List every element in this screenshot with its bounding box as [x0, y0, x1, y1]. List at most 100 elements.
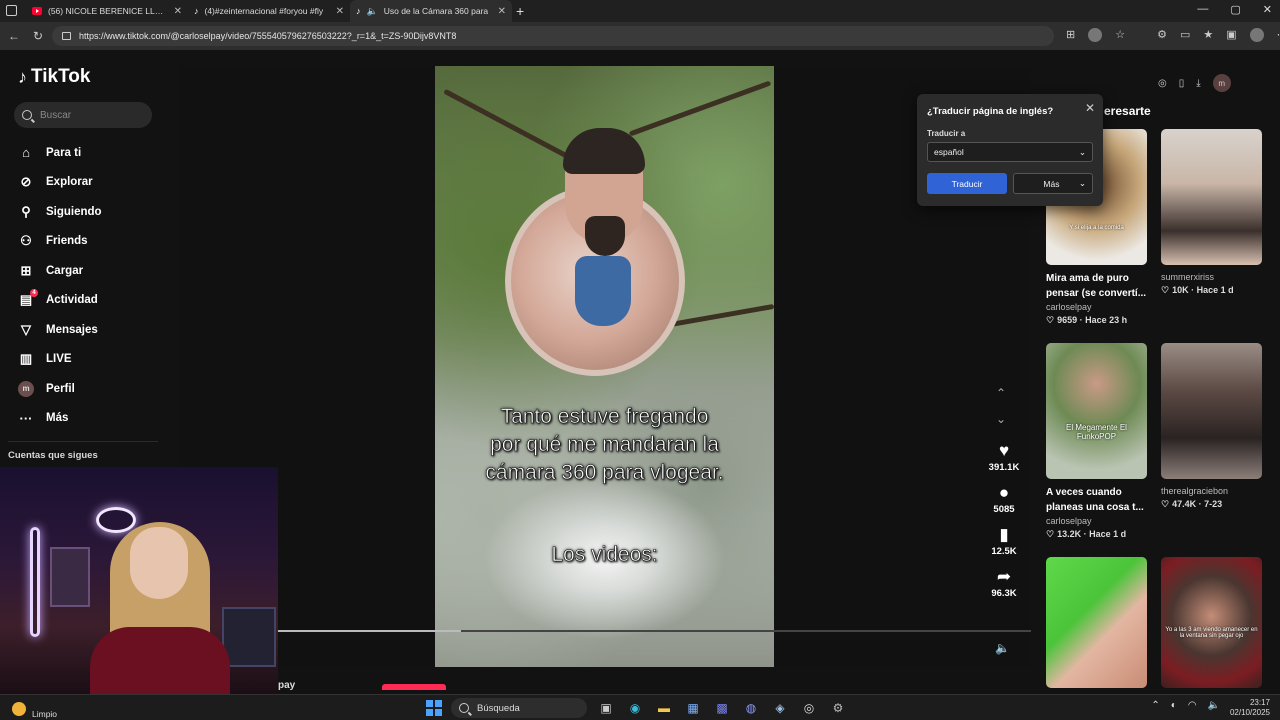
back-icon[interactable]: ←: [2, 29, 26, 43]
close-tab-icon[interactable]: ✕: [336, 6, 344, 17]
tab-title: Uso de la Cámara 360 para: [383, 6, 489, 16]
heart-outline-icon: ♡: [1161, 499, 1170, 509]
video-actions: ♥ 391.1K ● 5085 ▮ 12.5K ➦ 96.3K: [985, 440, 1023, 608]
close-window-icon[interactable]: ✕: [1263, 3, 1272, 16]
wifi-icon[interactable]: ◠: [1188, 700, 1197, 711]
address-bar[interactable]: https://www.tiktok.com/@carloselpay/vide…: [52, 26, 1054, 46]
volume-icon[interactable]: 🔈: [995, 641, 1010, 655]
obs-icon[interactable]: ◎: [799, 699, 819, 717]
card-likes: 10K: [1172, 285, 1189, 295]
card-author: carloselpay: [1046, 302, 1092, 312]
reload-icon[interactable]: ↻: [26, 29, 50, 43]
recommendation-card[interactable]: El Megamente El FunkoPOP A veces cuando …: [1046, 343, 1148, 540]
previous-video-icon[interactable]: ⌃: [996, 386, 1006, 400]
new-tab-button[interactable]: +: [516, 3, 524, 19]
sidebar-item-mensajes[interactable]: ▽ Mensajes: [18, 315, 102, 345]
tiktok-logo[interactable]: ♪ TikTok: [18, 66, 90, 88]
search-box[interactable]: [14, 102, 152, 128]
browser-tab-3[interactable]: ♪ 🔈 Uso de la Cámara 360 para ✕: [350, 0, 512, 22]
split-screen-icon[interactable]: ▭: [1180, 28, 1190, 42]
card-age: Hace 1 d: [1089, 529, 1127, 539]
sidebar-item-cargar[interactable]: ⊞ Cargar: [18, 256, 102, 286]
task-view-icon[interactable]: ▣: [596, 699, 616, 717]
close-tab-icon[interactable]: ✕: [174, 6, 182, 17]
favorite-star-icon[interactable]: ☆: [1115, 28, 1125, 42]
avatar[interactable]: m: [1212, 74, 1231, 92]
clock[interactable]: 23:17 02/10/2025: [1230, 698, 1270, 718]
device-icon[interactable]: ▯: [1179, 78, 1185, 89]
more-menu-icon[interactable]: ⋯: [1277, 28, 1280, 42]
browser-tab-2[interactable]: ♪ (4)#zeinternacional #foryou #fly ✕: [188, 0, 350, 22]
tiktok-icon: ♪: [356, 6, 361, 16]
file-explorer-icon[interactable]: ▬: [654, 699, 674, 717]
system-tray: ⌃ ◐ ◠ 🔈: [1151, 700, 1220, 711]
like-action[interactable]: ♥ 391.1K: [985, 440, 1023, 473]
settings-icon[interactable]: ⚙: [828, 699, 848, 717]
recommendation-card[interactable]: summerxiriss ♡ 10K · Hace 1 d: [1161, 129, 1263, 296]
close-icon[interactable]: ✕: [1085, 101, 1095, 115]
video-player[interactable]: Tanto estuve fregando por qué me mandara…: [435, 66, 774, 667]
comment-action[interactable]: ● 5085: [985, 482, 1023, 515]
browser-tabbar: (56) NICOLE BERENICE LLORA DE ✕ ♪ (4)#ze…: [0, 0, 1280, 22]
close-tab-icon[interactable]: ✕: [498, 6, 506, 17]
sidebar-menu: ⌂ Para ti ⊘ Explorar ⚲ Siguiendo ⚇ Frien…: [18, 138, 102, 433]
steam-icon[interactable]: ◈: [770, 699, 790, 717]
sidebar-item-mas[interactable]: ··· Más: [18, 404, 102, 434]
language-select[interactable]: español ⌄: [927, 142, 1093, 162]
translate-button[interactable]: Traducir: [927, 173, 1007, 194]
workspaces-icon[interactable]: [6, 5, 17, 16]
speaker-icon[interactable]: 🔈: [1208, 700, 1220, 711]
discord-icon[interactable]: ◍: [741, 699, 761, 717]
windows-start-icon[interactable]: [426, 700, 442, 716]
share-count: 96.3K: [991, 588, 1017, 599]
follow-button-peek[interactable]: [382, 684, 446, 690]
recommendation-card[interactable]: Yo a las 3 am viendo amanecer en la vent…: [1161, 557, 1263, 688]
collections-icon[interactable]: ▣: [1226, 28, 1236, 42]
tab-title: (56) NICOLE BERENICE LLORA DE: [48, 6, 168, 16]
site-info-icon[interactable]: [62, 32, 71, 40]
minimize-icon[interactable]: —: [1197, 3, 1208, 16]
translate-label: Traducir a: [927, 129, 966, 138]
maximize-icon[interactable]: ▢: [1230, 3, 1240, 16]
share-action[interactable]: ➦ 96.3K: [985, 566, 1023, 599]
profile-icon[interactable]: [1249, 28, 1264, 42]
tray-app-icon[interactable]: ◐: [1171, 700, 1177, 711]
teams-icon[interactable]: ▩: [712, 699, 732, 717]
edge-icon[interactable]: ◉: [625, 699, 645, 717]
chevron-down-icon: ⌄: [1078, 146, 1086, 157]
recommendation-card[interactable]: therealgraciebon ♡ 47.4K · 7-23: [1161, 343, 1263, 510]
sidebar-item-friends[interactable]: ⚇ Friends: [18, 227, 102, 257]
search-input[interactable]: [40, 109, 140, 121]
bookmark-count: 12.5K: [991, 546, 1017, 557]
store-icon[interactable]: ▦: [683, 699, 703, 717]
favorites-icon[interactable]: ★: [1203, 28, 1213, 42]
speaker-icon[interactable]: 🔈: [367, 6, 378, 17]
sidebar-item-para-ti[interactable]: ⌂ Para ti: [18, 138, 102, 168]
sidebar-item-live[interactable]: ▥ LIVE: [18, 345, 102, 375]
more-options-button[interactable]: Más ⌄: [1013, 173, 1093, 194]
language-selected: español: [934, 147, 964, 157]
sidebar-item-siguiendo[interactable]: ⚲ Siguiendo: [18, 197, 101, 227]
video-progress-bar[interactable]: [180, 630, 1031, 632]
search-icon: [22, 110, 32, 120]
download-icon[interactable]: ⤓: [1196, 78, 1200, 89]
next-video-icon[interactable]: ⌄: [996, 412, 1006, 426]
bookmark-action[interactable]: ▮ 12.5K: [985, 524, 1023, 557]
card-stats: ♡ 13.2K · Hace 1 d: [1046, 529, 1127, 539]
compass-icon: ⊘: [20, 174, 32, 190]
card-author: summerxiriss: [1161, 272, 1214, 282]
thumbnail-text: Y si elija a la comida: [1069, 225, 1124, 231]
extensions-icon[interactable]: ⚙: [1157, 28, 1167, 42]
coins-icon[interactable]: ◎: [1158, 78, 1167, 89]
translate-icon[interactable]: [1088, 28, 1103, 42]
weather-widget[interactable]: Limpio: [12, 699, 57, 719]
recommendation-card[interactable]: [1046, 557, 1148, 688]
reader-icon[interactable]: ⊞: [1066, 28, 1075, 42]
sidebar-item-label: Mensajes: [46, 323, 98, 336]
browser-tab-1[interactable]: (56) NICOLE BERENICE LLORA DE ✕: [26, 0, 188, 22]
chevron-up-icon[interactable]: ⌃: [1151, 700, 1159, 711]
taskbar-search[interactable]: Búsqueda: [451, 698, 587, 718]
sidebar-item-perfil[interactable]: m Perfil: [18, 374, 102, 404]
sidebar-item-actividad[interactable]: ▤ 4 Actividad: [18, 286, 102, 316]
sidebar-item-explorar[interactable]: ⊘ Explorar: [18, 168, 102, 198]
